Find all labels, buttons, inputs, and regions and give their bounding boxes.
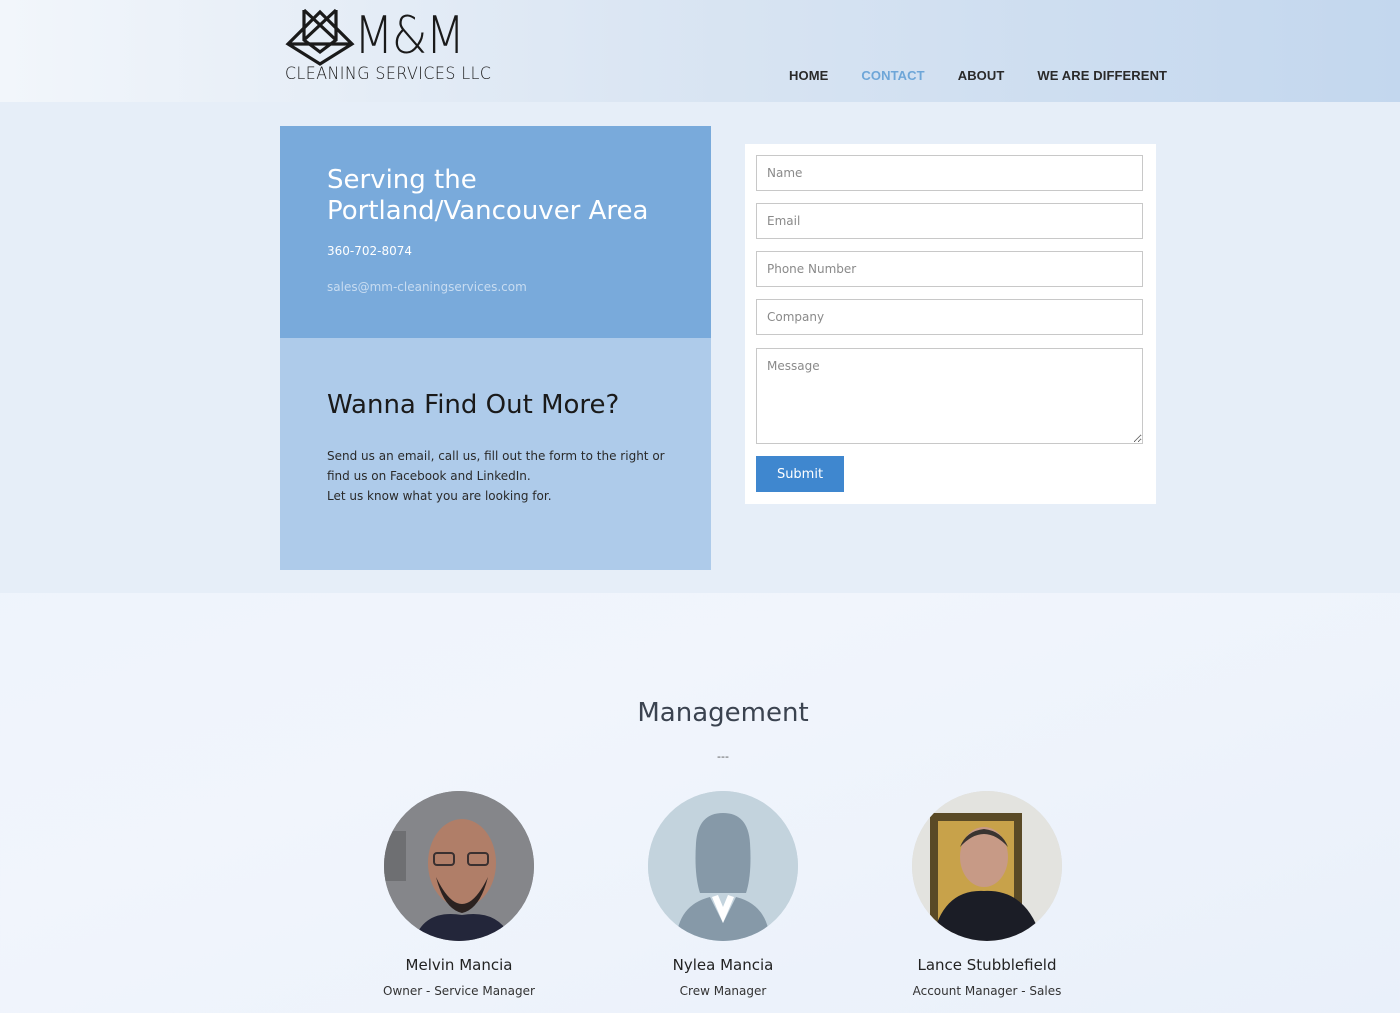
submit-button[interactable]: Submit xyxy=(756,456,844,492)
nav-about[interactable]: ABOUT xyxy=(958,68,1005,83)
phone-input[interactable] xyxy=(756,251,1143,287)
person-photo-icon xyxy=(384,791,534,941)
message-textarea[interactable] xyxy=(756,348,1143,444)
team-member-card: Melvin Mancia Owner - Service Manager xyxy=(327,791,591,998)
team-member-name: Lance Stubblefield xyxy=(917,956,1057,974)
service-area-panel: Serving the Portland/Vancouver Area 360-… xyxy=(280,126,711,338)
nav-we-are-different[interactable]: WE ARE DIFFERENT xyxy=(1037,68,1167,83)
email-input[interactable] xyxy=(756,203,1143,239)
team-member-name: Melvin Mancia xyxy=(405,956,513,974)
management-heading: Management xyxy=(637,698,809,728)
find-out-more-text: Send us an email, call us, fill out the … xyxy=(327,446,677,506)
nav-contact[interactable]: CONTACT xyxy=(861,68,924,83)
avatar xyxy=(384,791,534,941)
find-out-more-line-2: Let us know what you are looking for. xyxy=(327,489,552,503)
team-member-card: Lance Stubblefield Account Manager - Sal… xyxy=(855,791,1119,998)
team-member-role: Crew Manager xyxy=(679,984,767,998)
contact-form: Submit xyxy=(745,144,1156,504)
team-member-card: Nylea Mancia Crew Manager xyxy=(591,791,855,998)
logo-brand-text: M&M xyxy=(354,6,465,66)
team-member-role: Owner - Service Manager xyxy=(383,984,535,998)
nav-home[interactable]: HOME xyxy=(789,68,828,83)
logo-subtitle-text: CLEANING SERVICES LLC xyxy=(285,64,492,84)
team-member-role: Account Manager - Sales xyxy=(912,984,1062,998)
female-silhouette-icon xyxy=(648,791,798,941)
name-input[interactable] xyxy=(756,155,1143,191)
phone-number[interactable]: 360-702-8074 xyxy=(327,244,412,258)
email-link[interactable]: sales@mm-cleaningservices.com xyxy=(327,280,527,294)
management-divider: --- xyxy=(717,750,729,763)
find-out-more-heading: Wanna Find Out More? xyxy=(327,390,620,420)
geometric-logo-icon xyxy=(285,8,355,66)
find-out-more-panel: Wanna Find Out More? Send us an email, c… xyxy=(280,338,711,570)
find-out-more-line-1: Send us an email, call us, fill out the … xyxy=(327,449,665,483)
main-nav: HOME CONTACT ABOUT WE ARE DIFFERENT xyxy=(789,68,1167,83)
avatar xyxy=(648,791,798,941)
company-logo[interactable]: M&M CLEANING SERVICES LLC xyxy=(284,6,494,88)
company-input[interactable] xyxy=(756,299,1143,335)
team-member-name: Nylea Mancia xyxy=(672,956,774,974)
service-area-heading: Serving the Portland/Vancouver Area xyxy=(327,165,649,226)
site-header: M&M CLEANING SERVICES LLC HOME CONTACT A… xyxy=(0,0,1400,102)
avatar xyxy=(912,791,1062,941)
person-photo-icon xyxy=(912,791,1062,941)
